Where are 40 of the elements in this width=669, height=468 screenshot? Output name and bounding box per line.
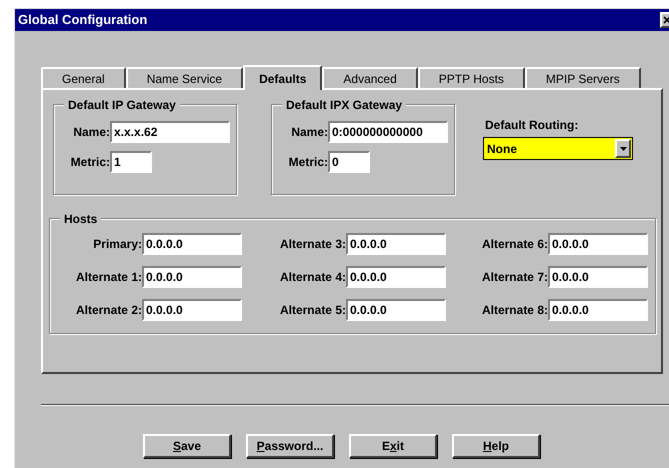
routing-dropdown[interactable]: None [483,137,633,160]
field-label: Alternate 5: [278,302,346,319]
tab[interactable]: Defaults [243,65,322,90]
field-label: Name: [72,124,110,141]
dialog-button[interactable]: Exit [349,434,437,458]
input-field[interactable]: 0.0.0.0 [142,266,242,288]
window-title: Global Configuration [18,11,148,30]
input-field[interactable]: 0.0.0.0 [548,299,648,321]
tab[interactable]: PPTP Hosts [418,67,525,88]
field-label: Metric: [70,154,110,171]
input-field[interactable]: 0.0.0.0 [548,233,648,255]
field-label: Alternate 7: [480,269,548,286]
field-label: Name: [290,124,328,141]
field-label: Alternate 6: [480,236,548,253]
input-field[interactable]: 0 [328,151,370,173]
tab[interactable]: Advanced [322,67,418,88]
field-label: Metric: [288,154,328,171]
input-field[interactable]: 0:000000000000 [328,121,448,143]
input-field[interactable]: 0.0.0.0 [346,233,446,255]
input-field[interactable]: 0.0.0.0 [548,266,648,288]
field-label: Default Routing: [484,117,580,134]
close-icon [663,16,669,24]
field-label: Alternate 4: [278,269,346,286]
dialog-button[interactable]: Help [452,434,540,458]
input-field[interactable]: 0.0.0.0 [346,266,446,288]
input-field[interactable]: 1 [110,151,152,173]
tab[interactable]: Name Service [126,67,244,88]
tab[interactable]: MPIP Servers [524,67,641,88]
field-label: Primary: [92,236,142,253]
field-label: Alternate 1: [74,269,142,286]
dialog-button[interactable]: Password... [246,434,334,458]
tab[interactable]: General [41,67,126,88]
input-field[interactable]: 0.0.0.0 [346,299,446,321]
field-label: Alternate 8: [480,302,548,319]
field-label: Alternate 3: [278,236,346,253]
input-field[interactable]: 0.0.0.0 [142,299,242,321]
input-field[interactable]: x.x.x.62 [110,121,230,143]
input-field[interactable]: 0.0.0.0 [142,233,242,255]
dialog-button[interactable]: Save [143,434,231,458]
field-label: Alternate 2: [74,302,142,319]
